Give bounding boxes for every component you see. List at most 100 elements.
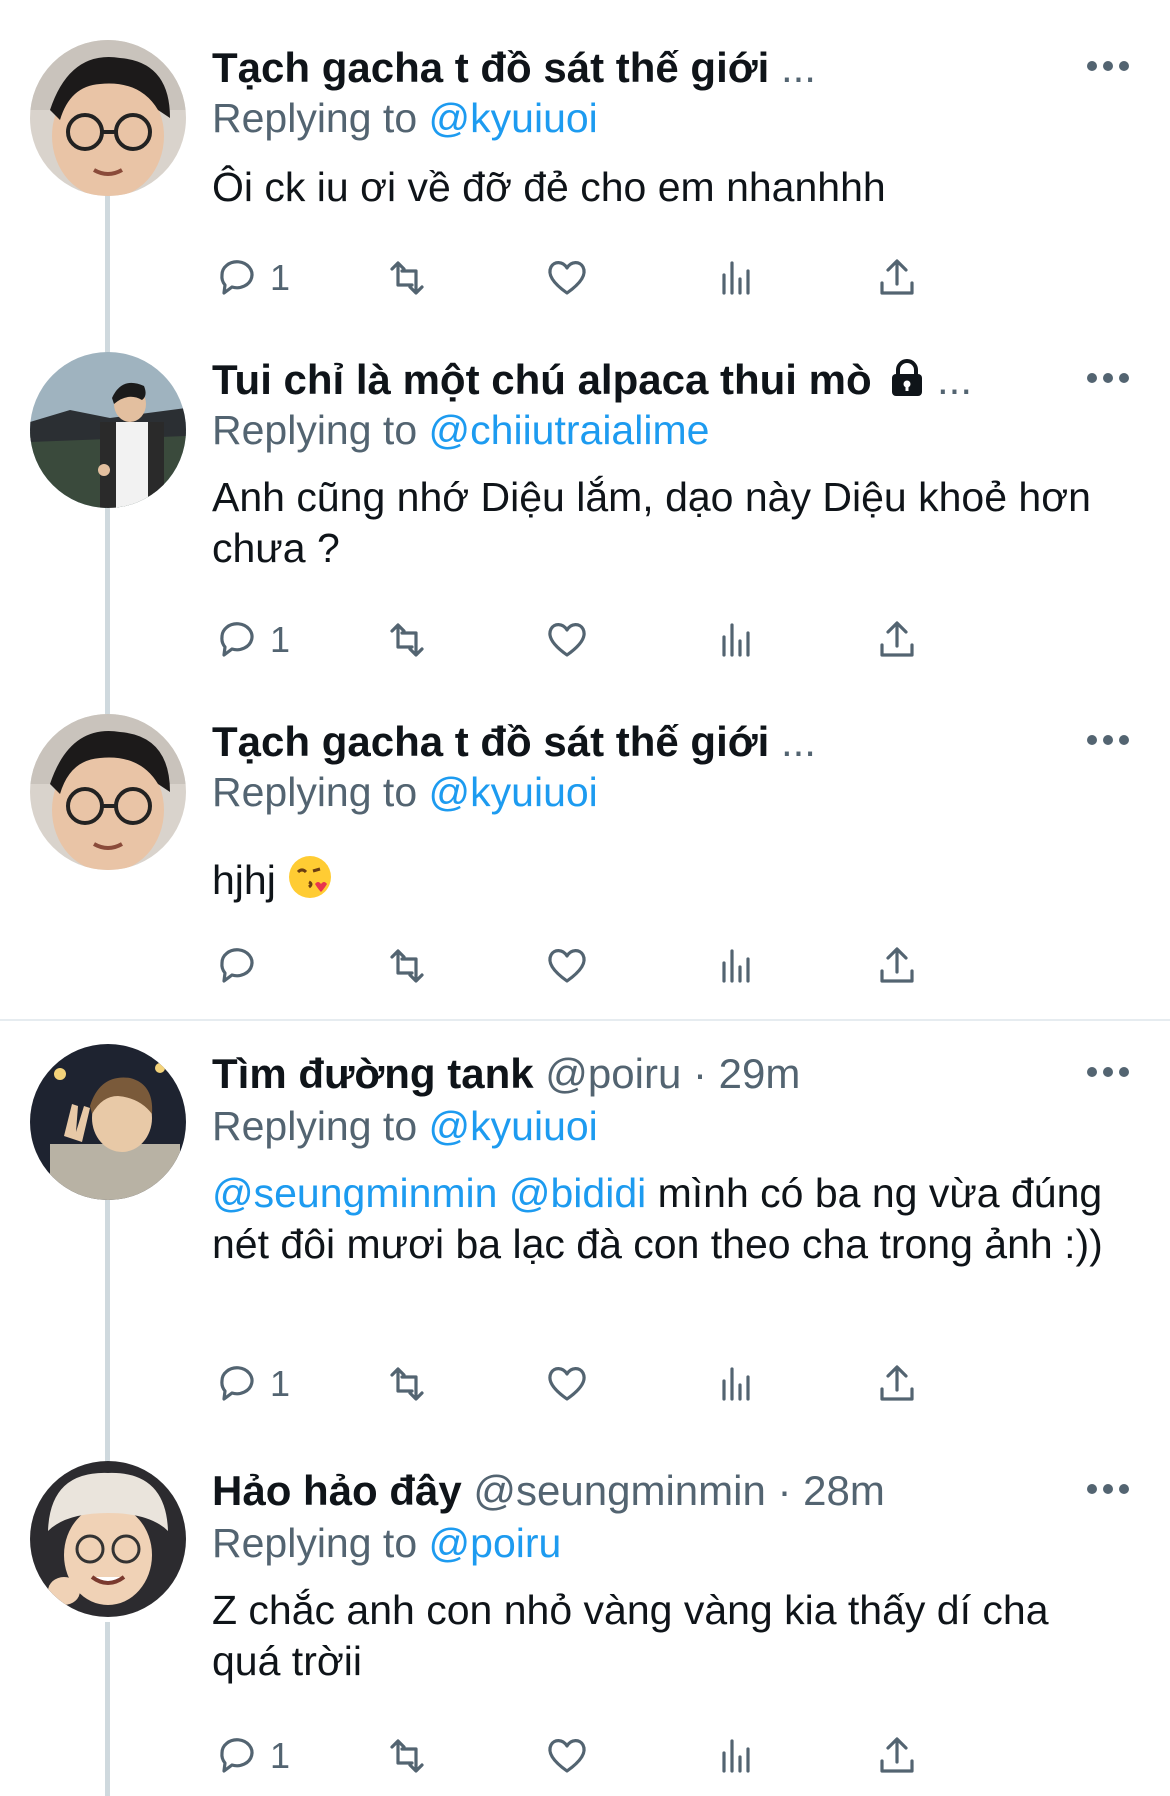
display-name[interactable]: Tạch gacha t đồ sát thế giới (212, 718, 769, 765)
tweet[interactable]: Tạch gacha t đồ sát thế giới ... Replyin… (0, 0, 1170, 320)
handle[interactable]: @poiru (545, 1050, 681, 1097)
like-button[interactable] (542, 1726, 592, 1786)
like-button[interactable] (542, 936, 592, 996)
avatar-photo-icon (30, 40, 186, 196)
like-icon (548, 261, 586, 295)
share-icon (880, 259, 914, 295)
separator-dot: · (692, 1050, 707, 1097)
reply-mention-link[interactable]: @poiru (429, 1520, 562, 1566)
reply-mention-link[interactable]: @chiiutraialime (429, 407, 710, 453)
share-icon (880, 947, 914, 983)
replying-prefix: Replying to (212, 1520, 418, 1566)
views-button[interactable] (712, 1726, 762, 1786)
reply-icon (220, 948, 254, 983)
like-icon (548, 949, 586, 983)
like-icon (548, 623, 586, 657)
retweet-icon (390, 1367, 424, 1401)
like-button[interactable] (542, 1354, 592, 1414)
views-button[interactable] (712, 936, 762, 996)
share-button[interactable] (872, 1726, 922, 1786)
tweet[interactable]: Hảo hảo đây @seungminmin · 28m Replying … (0, 1441, 1170, 1796)
avatar-photo-icon (30, 714, 186, 870)
replying-prefix: Replying to (212, 769, 418, 815)
retweet-icon (390, 949, 424, 983)
share-button[interactable] (872, 936, 922, 996)
replying-to: Replying to @kyuiuoi (212, 766, 598, 818)
views-icon (722, 1739, 750, 1773)
views-button[interactable] (712, 1354, 762, 1414)
share-button[interactable] (872, 1354, 922, 1414)
timestamp[interactable]: 29m (719, 1050, 801, 1097)
retweet-button[interactable] (382, 1726, 432, 1786)
retweet-button[interactable] (382, 248, 432, 308)
views-button[interactable] (712, 610, 762, 670)
avatar[interactable] (30, 1461, 186, 1617)
avatar[interactable] (30, 352, 186, 508)
truncation: ... (936, 356, 972, 403)
tweet-text: @seungminmin @bididi mình có ba ng vừa đ… (212, 1168, 1112, 1270)
body-mention-link[interactable]: @bididi (509, 1170, 646, 1216)
more-options-icon[interactable] (1086, 368, 1130, 388)
reply-button[interactable]: 1 (212, 610, 290, 670)
like-button[interactable] (542, 610, 592, 670)
display-name[interactable]: Tui chỉ là một chú alpaca thui mò (212, 356, 872, 403)
more-options-icon[interactable] (1086, 730, 1130, 750)
truncation: ... (780, 718, 816, 765)
reply-button[interactable]: 1 (212, 248, 290, 308)
reply-count: 1 (270, 1363, 291, 1404)
replying-to: Replying to @kyuiuoi (212, 1100, 598, 1152)
retweet-icon (390, 1739, 424, 1773)
share-button[interactable] (872, 610, 922, 670)
avatar-photo-icon (30, 1461, 186, 1617)
replying-prefix: Replying to (212, 95, 418, 141)
action-bar: 1 (212, 1354, 1032, 1414)
avatar-photo-icon (30, 352, 186, 508)
display-name[interactable]: Tạch gacha t đồ sát thế giới (212, 44, 769, 91)
share-button[interactable] (872, 248, 922, 308)
body-mention-link[interactable]: @seungminmin (212, 1170, 497, 1216)
reply-button[interactable]: 1 (212, 1726, 290, 1786)
avatar[interactable] (30, 714, 186, 870)
views-button[interactable] (712, 248, 762, 308)
tweet-text: hjhj (212, 854, 1112, 906)
views-icon (722, 261, 750, 295)
more-options-icon[interactable] (1086, 1062, 1130, 1082)
avatar[interactable] (30, 40, 186, 196)
replying-to: Replying to @chiiutraialime (212, 404, 709, 456)
views-icon (722, 623, 750, 657)
replying-to: Replying to @kyuiuoi (212, 92, 598, 144)
reply-mention-link[interactable]: @kyuiuoi (429, 95, 598, 141)
more-options-icon[interactable] (1086, 1479, 1130, 1499)
timestamp[interactable]: 28m (803, 1467, 885, 1514)
reply-icon (220, 1738, 254, 1773)
reply-button[interactable]: 1 (212, 1354, 290, 1414)
more-options-icon[interactable] (1086, 56, 1130, 76)
reply-mention-link[interactable]: @kyuiuoi (429, 1103, 598, 1149)
display-name[interactable]: Hảo hảo đây (212, 1467, 462, 1514)
tweet[interactable]: Tìm đường tank @poiru · 29m Replying to … (0, 1021, 1170, 1441)
reply-mention-link[interactable]: @kyuiuoi (429, 769, 598, 815)
action-bar: 1 (212, 1726, 1032, 1786)
display-name[interactable]: Tìm đường tank (212, 1050, 534, 1097)
like-button[interactable] (542, 248, 592, 308)
tweet[interactable]: Tui chỉ là một chú alpaca thui mò ... Re… (0, 320, 1170, 690)
reply-count: 1 (270, 257, 291, 298)
tweet[interactable]: Tạch gacha t đồ sát thế giới ... Replyin… (0, 690, 1170, 1020)
reply-button[interactable] (212, 936, 262, 996)
retweet-button[interactable] (382, 1354, 432, 1414)
handle[interactable]: @seungminmin (473, 1467, 765, 1514)
tweet-header: Hảo hảo đây @seungminmin · 28m (212, 1465, 1070, 1517)
share-icon (880, 621, 914, 657)
retweet-button[interactable] (382, 936, 432, 996)
retweet-button[interactable] (382, 610, 432, 670)
replying-prefix: Replying to (212, 1103, 418, 1149)
lock-icon (892, 359, 923, 396)
tweet-text: Anh cũng nhớ Diệu lắm, dạo này Diệu khoẻ… (212, 474, 1091, 571)
tweet-header: Tạch gacha t đồ sát thế giới ... (212, 716, 1070, 768)
tweet-text: Ôi ck iu ơi về đỡ đẻ cho em nhanhhh (212, 164, 886, 210)
tweet-header: Tạch gacha t đồ sát thế giới ... (212, 42, 1070, 94)
replying-prefix: Replying to (212, 407, 418, 453)
tweet-text: Z chắc anh con nhỏ vàng vàng kia thấy dí… (212, 1587, 1049, 1684)
views-icon (722, 949, 750, 983)
avatar[interactable] (30, 1044, 186, 1200)
